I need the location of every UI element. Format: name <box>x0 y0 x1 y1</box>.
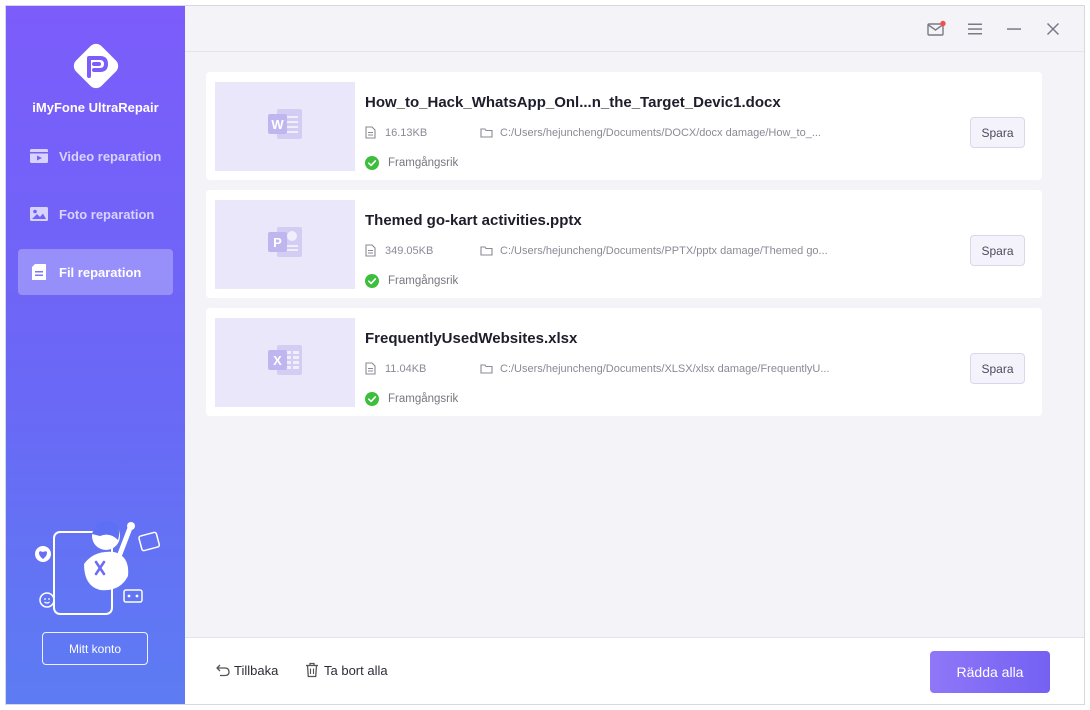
file-size: 11.04KB <box>365 362 426 375</box>
minimize-icon[interactable] <box>1003 18 1025 40</box>
delete-all-button[interactable]: Ta bort alla <box>305 662 388 678</box>
repair-status: Framgångsrik <box>365 274 458 288</box>
sidebar-item-label: Video reparation <box>59 148 162 164</box>
file-thumbnail: W <box>215 82 355 171</box>
file-path: C:/Users/hejuncheng/Documents/DOCX/docx … <box>480 126 821 139</box>
my-account-button[interactable]: Mitt konto <box>42 632 148 665</box>
file-card: W How_to_Hack_WhatsApp_Onl...n_the_Targe… <box>206 72 1042 180</box>
file-path-value: C:/Users/hejuncheng/Documents/XLSX/xlsx … <box>500 362 830 375</box>
app-window: iMyFone UltraRepair Video reparation Fot… <box>5 5 1085 705</box>
file-card: X FrequentlyUsedWebsites.xlsx 11.04KB C:… <box>206 308 1042 416</box>
save-button[interactable]: Spara <box>970 235 1025 266</box>
close-icon[interactable] <box>1042 18 1064 40</box>
save-button[interactable]: Spara <box>970 353 1025 384</box>
folder-icon <box>480 362 493 375</box>
file-icon <box>29 262 49 282</box>
folder-icon <box>480 126 493 139</box>
file-name: Themed go-kart activities.pptx <box>365 212 582 229</box>
file-size: 16.13KB <box>365 126 427 139</box>
sidebar: iMyFone UltraRepair Video reparation Fot… <box>6 6 185 704</box>
sidebar-item-file[interactable]: Fil reparation <box>18 249 173 295</box>
svg-text:P: P <box>273 235 282 250</box>
app-logo-icon <box>64 34 128 98</box>
menu-icon[interactable] <box>964 18 986 40</box>
file-size-value: 16.13KB <box>385 126 428 139</box>
video-icon <box>29 146 49 166</box>
file-size: 349.05KB <box>365 244 433 257</box>
success-icon <box>365 274 379 288</box>
file-name: How_to_Hack_WhatsApp_Onl...n_the_Target_… <box>365 94 781 111</box>
file-path-value: C:/Users/hejuncheng/Documents/DOCX/docx … <box>500 126 821 139</box>
file-path: C:/Users/hejuncheng/Documents/XLSX/xlsx … <box>480 362 830 375</box>
sidebar-item-label: Foto reparation <box>59 206 155 222</box>
back-label: Tillbaka <box>234 662 279 678</box>
status-text: Framgångsrik <box>388 393 459 405</box>
repair-status: Framgångsrik <box>365 392 458 406</box>
status-text: Framgångsrik <box>388 275 459 287</box>
document-icon <box>365 362 378 375</box>
title-bar <box>185 6 1084 52</box>
back-button[interactable]: Tillbaka <box>215 662 278 678</box>
document-icon <box>365 126 378 139</box>
powerpoint-icon: P <box>265 222 305 267</box>
file-thumbnail: P <box>215 200 355 289</box>
file-card: P Themed go-kart activities.pptx 349.05K… <box>206 190 1042 298</box>
file-name: FrequentlyUsedWebsites.xlsx <box>365 330 578 347</box>
photo-icon <box>29 204 49 224</box>
app-name: iMyFone UltraRepair <box>32 100 159 115</box>
document-icon <box>365 244 378 257</box>
user-illustration <box>34 514 162 618</box>
success-icon <box>365 392 379 406</box>
file-size-value: 11.04KB <box>385 362 427 375</box>
mail-icon[interactable] <box>925 18 947 40</box>
sidebar-item-video[interactable]: Video reparation <box>18 133 173 179</box>
svg-text:X: X <box>273 353 282 368</box>
svg-text:W: W <box>271 117 284 132</box>
file-list: W How_to_Hack_WhatsApp_Onl...n_the_Targe… <box>185 52 1084 637</box>
folder-icon <box>480 244 493 257</box>
delete-all-label: Ta bort alla <box>324 662 388 678</box>
file-size-value: 349.05KB <box>385 244 434 257</box>
file-path: C:/Users/hejuncheng/Documents/PPTX/pptx … <box>480 244 828 257</box>
sidebar-item-label: Fil reparation <box>59 264 142 280</box>
footer-bar: Tillbaka Ta bort alla Rädda alla <box>185 637 1084 704</box>
file-path-value: C:/Users/hejuncheng/Documents/PPTX/pptx … <box>500 244 828 257</box>
sidebar-item-photo[interactable]: Foto reparation <box>18 191 173 237</box>
repair-status: Framgångsrik <box>365 156 458 170</box>
status-text: Framgångsrik <box>388 157 459 169</box>
undo-icon <box>215 662 231 678</box>
file-thumbnail: X <box>215 318 355 407</box>
excel-icon: X <box>265 340 305 385</box>
save-all-button[interactable]: Rädda alla <box>930 651 1050 693</box>
save-button[interactable]: Spara <box>970 117 1025 148</box>
word-icon: W <box>265 104 305 149</box>
trash-icon <box>305 662 321 678</box>
success-icon <box>365 156 379 170</box>
